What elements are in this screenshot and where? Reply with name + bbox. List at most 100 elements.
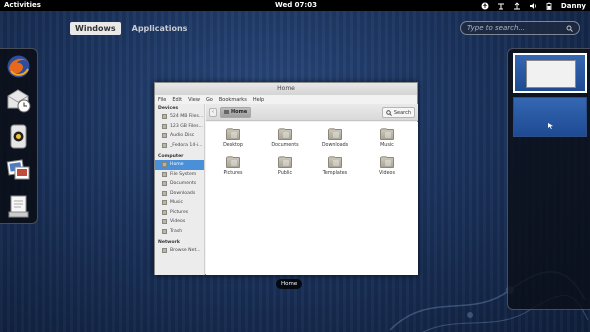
- shotwell-photos-icon[interactable]: [5, 157, 32, 184]
- folder-icon: [328, 156, 342, 168]
- back-button[interactable]: ‹: [209, 107, 217, 117]
- mouse-pointer-icon: [548, 123, 553, 129]
- sidebar-item-label: Audio Disc: [170, 133, 195, 139]
- sidebar-item-audio-disc[interactable]: Audio Disc: [155, 131, 204, 141]
- workspace-switcher: [507, 48, 590, 310]
- chevron-left-icon: ‹: [212, 109, 214, 115]
- sidebar-header-devices: Devices: [158, 106, 179, 111]
- file-label: Pictures: [223, 171, 243, 176]
- folder-icon: [162, 219, 167, 225]
- folder-icon: [226, 156, 240, 168]
- accessibility-icon[interactable]: [481, 2, 489, 10]
- disc-icon: [162, 142, 167, 148]
- file-label: Public: [277, 171, 293, 176]
- folder-icon: [328, 128, 342, 140]
- sidebar-item-label: Videos: [170, 219, 186, 225]
- sidebar-item-trash[interactable]: Trash: [155, 227, 204, 237]
- user-menu[interactable]: Danny: [561, 2, 586, 10]
- file-item-templates[interactable]: Templates: [313, 156, 357, 176]
- file-item-pictures[interactable]: Pictures: [211, 156, 255, 176]
- workspace-thumbnail-2[interactable]: [513, 97, 587, 137]
- sidebar-item-fedora[interactable]: _Fedora 14-i...: [155, 141, 204, 151]
- file-view: Desktop Documents Downloads Music Pictur…: [206, 122, 418, 275]
- home-folder-icon: [224, 110, 229, 114]
- window-title[interactable]: Home: [155, 83, 417, 95]
- sidebar-item-label: Documents: [170, 181, 197, 187]
- workspace-thumbnail-1[interactable]: [513, 53, 587, 93]
- sidebar-item-label: 524 MB Files...: [170, 114, 204, 120]
- sidebar-item-documents[interactable]: Documents: [155, 179, 204, 189]
- sidebar-item-file-system[interactable]: File System: [155, 170, 204, 180]
- sidebar-item-music[interactable]: Music: [155, 198, 204, 208]
- folder-icon: [162, 190, 167, 196]
- sidebar-item-label: 123 GB Files...: [170, 123, 203, 129]
- firefox-icon[interactable]: [5, 53, 32, 80]
- nautilus-window[interactable]: Home File Edit View Go Bookmarks Help De…: [154, 82, 418, 275]
- folder-icon: [226, 128, 240, 140]
- sidebar-item-label: Pictures: [170, 209, 189, 215]
- sidebar-item-label: Home: [170, 162, 184, 168]
- menu-help[interactable]: Help: [253, 97, 264, 103]
- path-bar-home-button[interactable]: Home: [220, 106, 252, 118]
- sidebar-item-device-1[interactable]: 524 MB Files...: [155, 112, 204, 122]
- file-label: Templates: [322, 171, 348, 176]
- menu-view[interactable]: View: [188, 97, 200, 103]
- folder-icon: [380, 156, 394, 168]
- keyboard-layout-icon[interactable]: [497, 2, 505, 10]
- sidebar-item-videos[interactable]: Videos: [155, 217, 204, 227]
- home-folder-icon: [162, 162, 167, 168]
- clock[interactable]: Wed 07:03: [275, 1, 317, 9]
- activities-button[interactable]: Activities: [4, 1, 41, 9]
- folder-icon: [162, 200, 167, 206]
- file-label: Videos: [379, 171, 395, 176]
- drive-icon: [162, 114, 167, 120]
- path-bar-label: Home: [231, 109, 248, 115]
- drive-icon: [162, 123, 167, 129]
- sidebar-item-label: Trash: [170, 228, 183, 234]
- folder-icon: [162, 181, 167, 187]
- disc-icon: [162, 133, 167, 139]
- menu-file[interactable]: File: [158, 97, 166, 103]
- battery-icon[interactable]: [545, 2, 553, 10]
- drive-icon: [162, 171, 167, 177]
- sidebar-item-label: File System: [170, 171, 197, 177]
- top-bar: Activities Wed 07:03 Danny: [0, 0, 590, 11]
- sidebar-item-downloads[interactable]: Downloads: [155, 189, 204, 199]
- menu-bar: File Edit View Go Bookmarks Help: [155, 95, 417, 104]
- search-icon: [566, 25, 573, 32]
- sidebar-item-label: _Fedora 14-i...: [170, 142, 203, 148]
- sidebar-item-label: Music: [170, 200, 184, 206]
- menu-bookmarks[interactable]: Bookmarks: [219, 97, 247, 103]
- file-item-videos[interactable]: Videos: [365, 156, 409, 176]
- menu-edit[interactable]: Edit: [172, 97, 182, 103]
- sidebar-item-pictures[interactable]: Pictures: [155, 208, 204, 218]
- file-item-downloads[interactable]: Downloads: [313, 128, 357, 148]
- file-item-public[interactable]: Public: [263, 156, 307, 176]
- dash: [0, 48, 38, 224]
- file-label: Music: [380, 143, 394, 148]
- sidebar-header-network: Network: [158, 240, 180, 245]
- sidebar-item-home[interactable]: Home: [155, 160, 204, 170]
- file-item-desktop[interactable]: Desktop: [211, 128, 255, 148]
- folder-icon: [278, 156, 292, 168]
- menu-go[interactable]: Go: [206, 97, 213, 103]
- search-input[interactable]: [467, 24, 566, 32]
- file-item-documents[interactable]: Documents: [263, 128, 307, 148]
- document-viewer-icon[interactable]: [5, 193, 32, 220]
- file-item-music[interactable]: Music: [365, 128, 409, 148]
- places-sidebar: Devices 524 MB Files... 123 GB Files... …: [155, 104, 205, 275]
- network-icon[interactable]: [513, 1, 521, 10]
- rhythmbox-icon[interactable]: [5, 123, 32, 150]
- tab-applications[interactable]: Applications: [127, 22, 193, 35]
- sidebar-item-browse-network[interactable]: Browse Net...: [155, 246, 204, 256]
- sidebar-item-label: Browse Net...: [170, 248, 201, 254]
- folder-icon: [162, 209, 167, 215]
- volume-icon[interactable]: [529, 2, 537, 10]
- tab-windows[interactable]: Windows: [70, 22, 121, 35]
- evolution-mail-icon[interactable]: [5, 87, 32, 114]
- workspace-window-preview: [526, 60, 576, 88]
- sidebar-item-device-2[interactable]: 123 GB Files...: [155, 122, 204, 132]
- folder-icon: [380, 128, 394, 140]
- toolbar-search-button[interactable]: Search: [381, 107, 415, 118]
- search-box[interactable]: [460, 21, 580, 35]
